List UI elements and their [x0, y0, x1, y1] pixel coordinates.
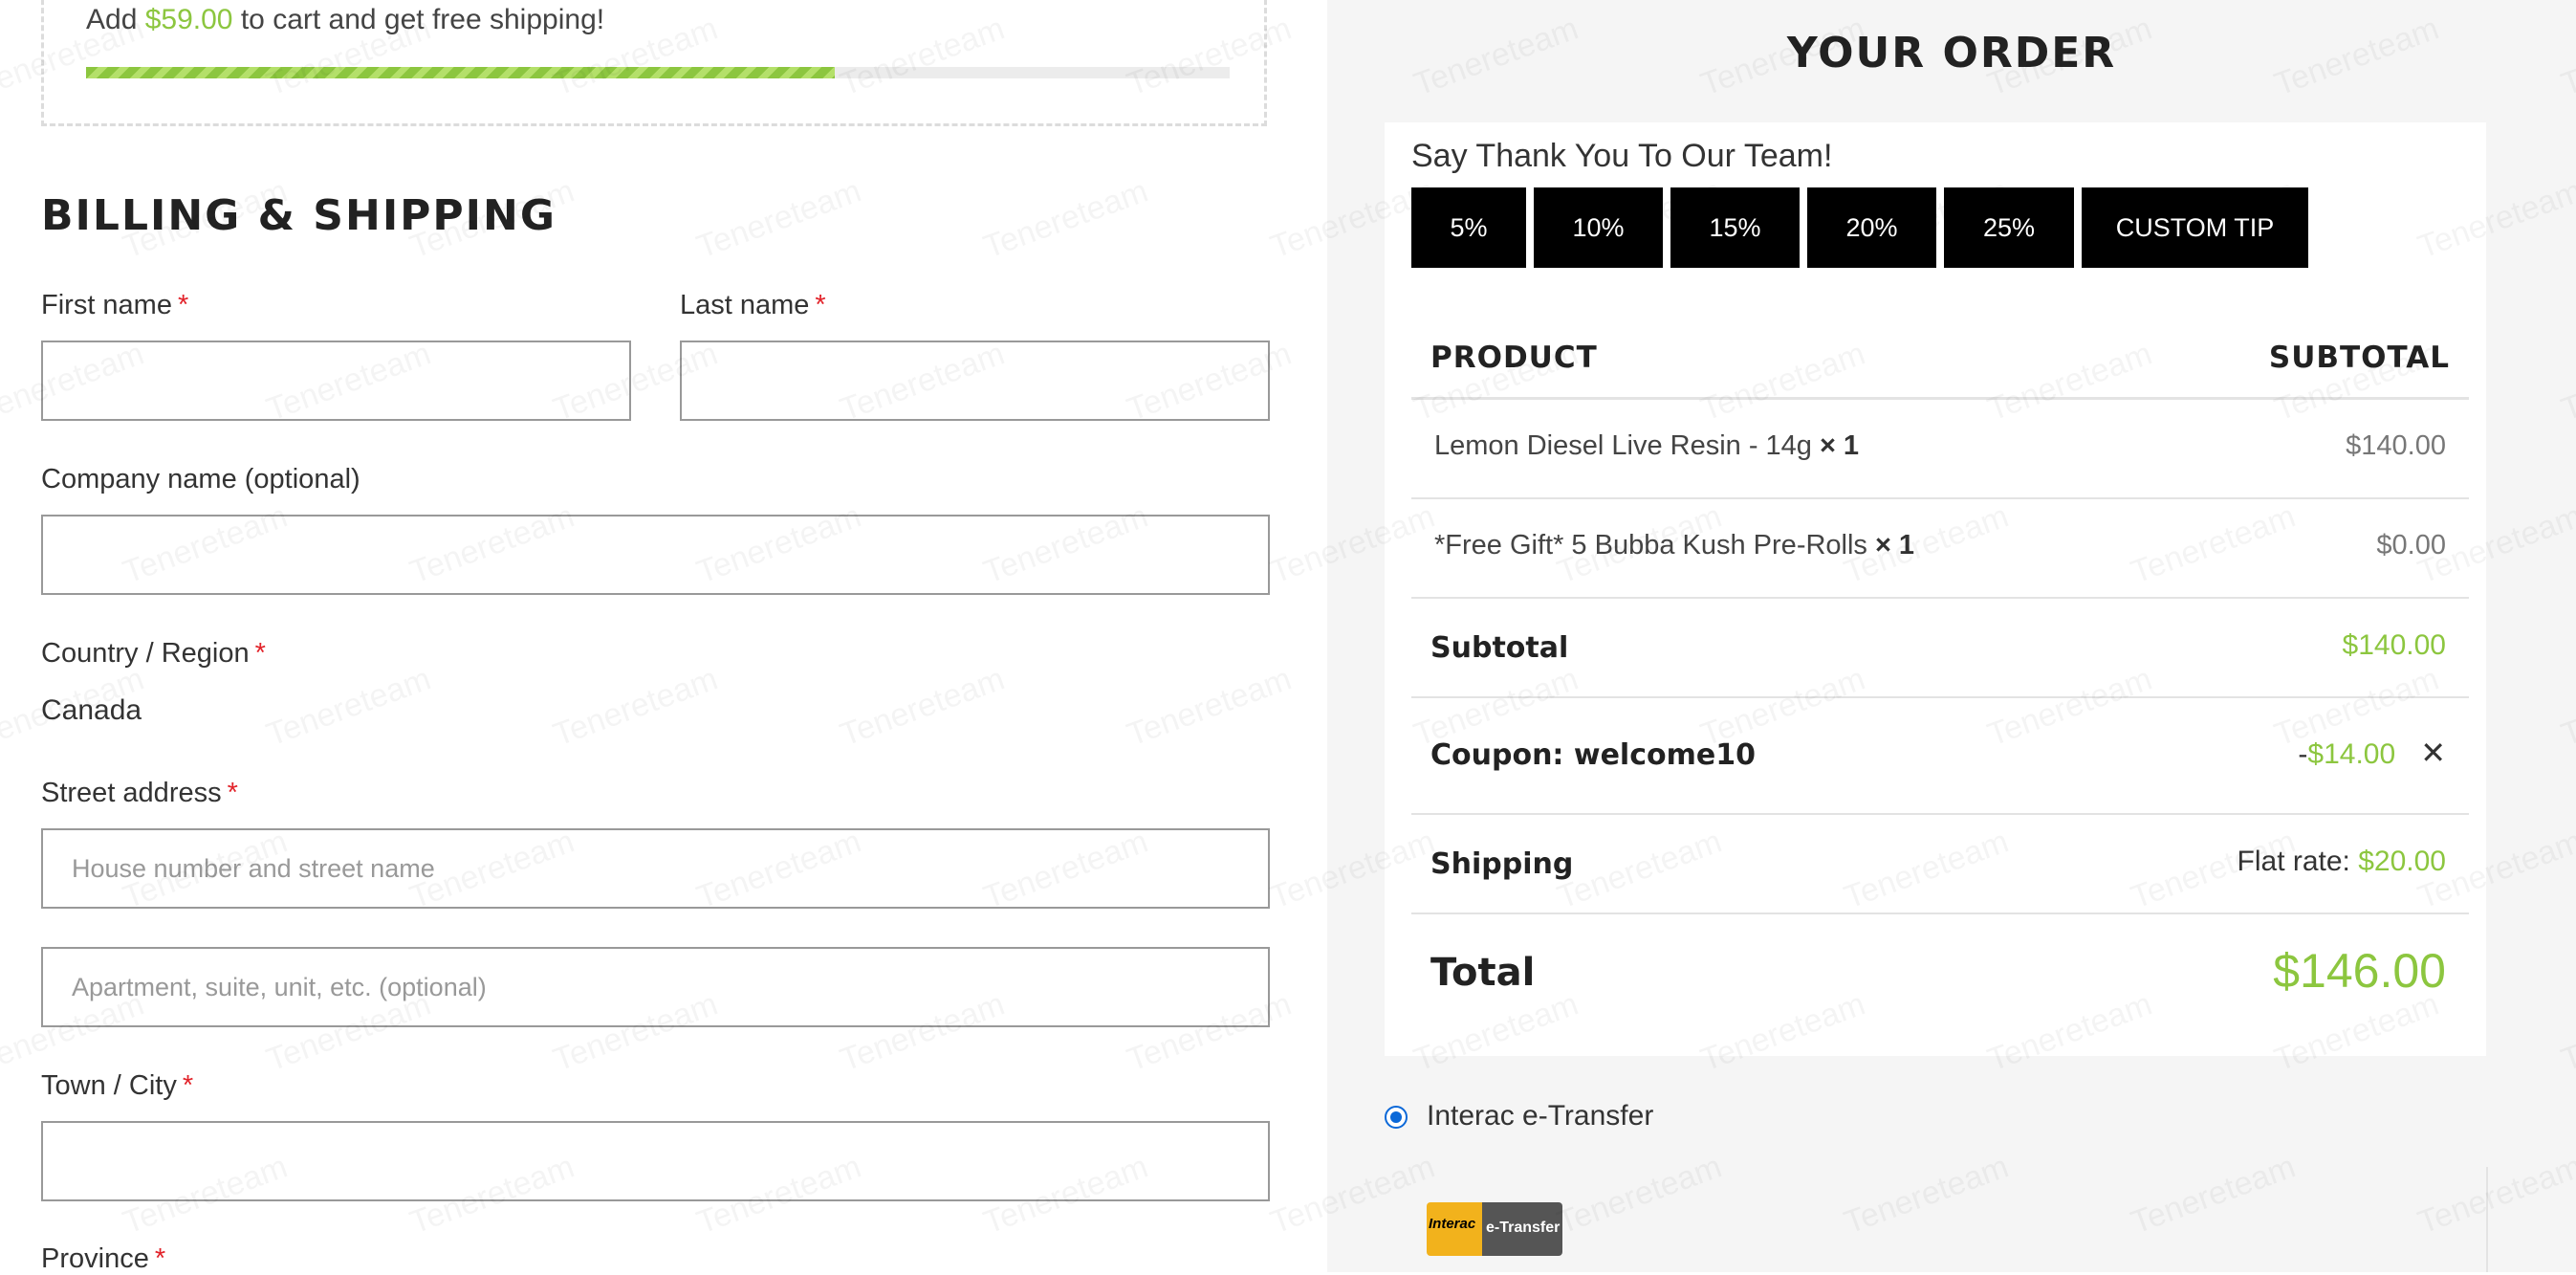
- country-value: Canada: [41, 694, 142, 726]
- tip-button-20[interactable]: 20%: [1807, 187, 1936, 268]
- coupon-row: Coupon: welcome10 -$14.00 ✕: [1411, 698, 2469, 815]
- order-title: YOUR ORDER: [1786, 29, 2117, 77]
- remove-coupon-icon[interactable]: ✕: [2420, 735, 2446, 771]
- item-name: *Free Gift* 5 Bubba Kush Pre-Rolls × 1: [1434, 530, 1915, 561]
- billing-title: BILLING & SHIPPING: [41, 191, 557, 240]
- billing-panel: Add $59.00 to cart and get free shipping…: [0, 0, 1327, 1274]
- first-name-input[interactable]: [41, 341, 631, 421]
- coupon-discount: -$14.00 ✕: [2298, 735, 2446, 771]
- shipping-value: Flat rate: $20.00: [2237, 846, 2446, 877]
- payment-radio[interactable]: [1385, 1106, 1408, 1129]
- shipping-label: Shipping: [1430, 847, 1574, 881]
- street-address-input[interactable]: House number and street name: [41, 828, 1270, 909]
- order-table-header: PRODUCT SUBTOTAL: [1411, 295, 2469, 400]
- coupon-label: Coupon: welcome10: [1430, 738, 1756, 772]
- tip-title: Say Thank You To Our Team!: [1411, 138, 1833, 174]
- subtotal-row: Subtotal $140.00: [1411, 599, 2469, 698]
- order-review-card: Say Thank You To Our Team! 5% 10% 15% 20…: [1385, 122, 2486, 1056]
- free-shipping-text: Add $59.00 to cart and get free shipping…: [86, 4, 604, 36]
- item-name: Lemon Diesel Live Resin - 14g × 1: [1434, 430, 1860, 461]
- total-row: Total $146.00: [1411, 914, 2469, 1039]
- city-input[interactable]: [41, 1121, 1270, 1201]
- last-name-input[interactable]: [680, 341, 1270, 421]
- tip-button-15[interactable]: 15%: [1670, 187, 1800, 268]
- payment-panel-border: [2486, 1167, 2488, 1272]
- product-column-header: PRODUCT: [1430, 341, 1598, 375]
- interac-logo-icon: Interac e-Transfer: [1427, 1202, 1562, 1256]
- tip-button-5[interactable]: 5%: [1411, 187, 1526, 268]
- subtotal-value: $140.00: [2342, 629, 2446, 661]
- city-label: Town / City *: [41, 1070, 194, 1101]
- tip-button-25[interactable]: 25%: [1944, 187, 2074, 268]
- company-label: Company name (optional): [41, 464, 360, 495]
- province-label: Province *: [41, 1243, 166, 1274]
- total-label: Total: [1430, 951, 1536, 995]
- table-row: *Free Gift* 5 Bubba Kush Pre-Rolls × 1 $0…: [1411, 499, 2469, 599]
- tip-button-10[interactable]: 10%: [1534, 187, 1663, 268]
- shipping-row: Shipping Flat rate: $20.00: [1411, 815, 2469, 914]
- subtotal-column-header: SUBTOTAL: [2268, 341, 2450, 375]
- notice-amount: $59.00: [144, 4, 233, 35]
- custom-tip-button[interactable]: CUSTOM TIP: [2082, 187, 2308, 268]
- order-panel: YOUR ORDER Say Thank You To Our Team! 5%…: [1327, 0, 2576, 1272]
- free-shipping-notice: Add $59.00 to cart and get free shipping…: [41, 0, 1267, 126]
- company-input[interactable]: [41, 515, 1270, 595]
- notice-suffix: to cart and get free shipping!: [240, 4, 605, 35]
- item-price: $0.00: [2376, 530, 2446, 561]
- first-name-label: First name *: [41, 290, 189, 320]
- country-label: Country / Region *: [41, 638, 266, 669]
- free-shipping-progress-bar: [86, 67, 1230, 78]
- notice-prefix: Add: [86, 4, 138, 35]
- item-price: $140.00: [2346, 430, 2446, 461]
- street-label: Street address *: [41, 778, 238, 808]
- apartment-input[interactable]: Apartment, suite, unit, etc. (optional): [41, 947, 1270, 1027]
- progress-fill: [86, 67, 836, 78]
- last-name-label: Last name *: [680, 290, 826, 320]
- payment-method-label: Interac e-Transfer: [1427, 1100, 1654, 1132]
- table-row: Lemon Diesel Live Resin - 14g × 1 $140.00: [1411, 400, 2469, 499]
- total-value: $146.00: [2273, 944, 2446, 998]
- subtotal-label: Subtotal: [1430, 631, 1569, 665]
